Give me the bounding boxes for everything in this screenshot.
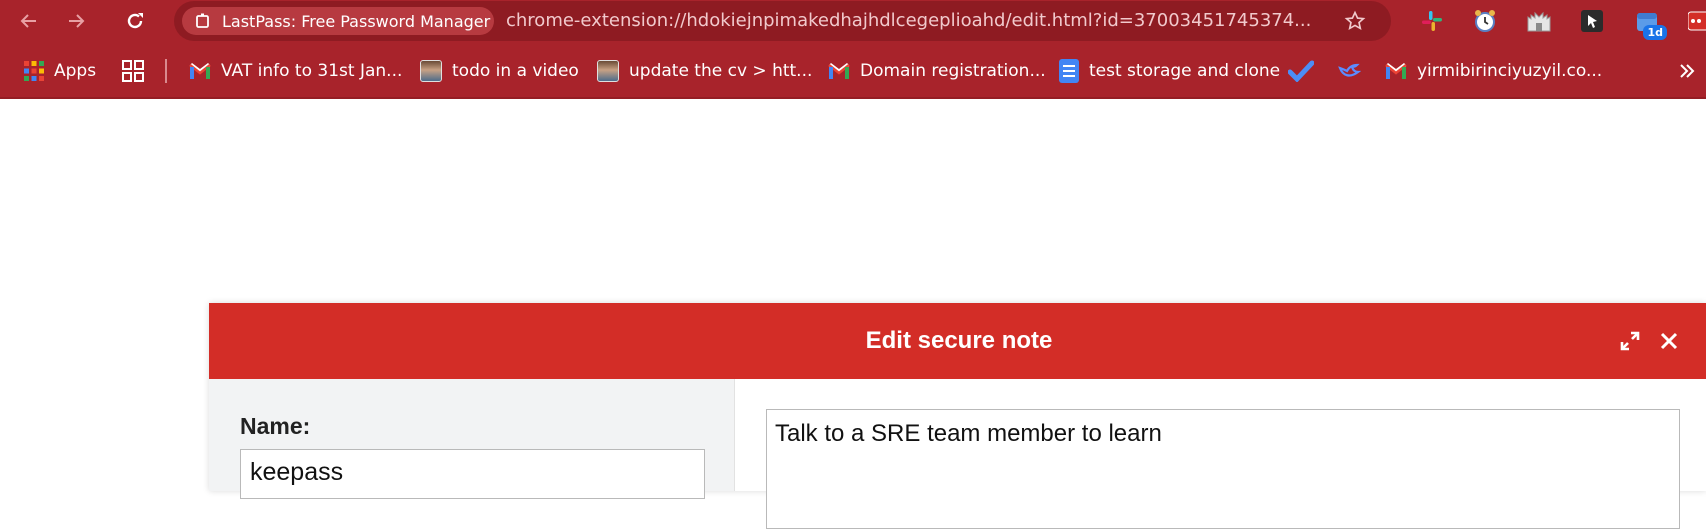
details-pane: Name: keepass bbox=[209, 379, 735, 499]
reload-icon bbox=[127, 13, 143, 29]
bookmark-item[interactable] bbox=[1337, 58, 1361, 84]
cursor-arrow-icon bbox=[1581, 10, 1603, 32]
double-chevron-right-icon bbox=[1680, 64, 1695, 78]
forward-button[interactable] bbox=[63, 8, 89, 34]
close-button[interactable] bbox=[1655, 327, 1683, 355]
dialog-header: Edit secure note bbox=[209, 303, 1706, 379]
expand-button[interactable] bbox=[1616, 327, 1644, 355]
lastpass-icon bbox=[1688, 11, 1706, 31]
calendar-extension[interactable]: 1d bbox=[1633, 8, 1667, 40]
back-button[interactable] bbox=[16, 8, 42, 34]
bookmark-label: todo in a video bbox=[452, 61, 579, 81]
bookmark-item[interactable] bbox=[1288, 58, 1314, 84]
expand-icon bbox=[1620, 331, 1640, 351]
bookmark-item[interactable]: test storage and clone bbox=[1059, 58, 1280, 84]
url-text[interactable]: chrome-extension://hdokiejnpimakedhajhdl… bbox=[506, 10, 1346, 31]
close-icon bbox=[1660, 332, 1678, 350]
slack-icon bbox=[1422, 11, 1442, 31]
bookmark-star-button[interactable] bbox=[1343, 9, 1367, 33]
bird-icon bbox=[1338, 63, 1361, 77]
gmail-icon bbox=[1385, 63, 1407, 79]
bookmark-item[interactable]: todo in a video bbox=[420, 58, 579, 84]
alarm-extension[interactable] bbox=[1471, 8, 1499, 34]
site-info-chip[interactable]: LastPass: Free Password Manager bbox=[182, 7, 494, 35]
star-icon bbox=[1344, 10, 1366, 31]
grid-squares-icon bbox=[122, 60, 144, 82]
bookmark-label: update the cv > htt... bbox=[629, 61, 813, 81]
gmail-icon bbox=[189, 63, 211, 79]
alarm-clock-icon bbox=[1475, 10, 1495, 32]
apps-grid-icon bbox=[24, 61, 44, 81]
extension-puzzle-icon bbox=[196, 13, 209, 28]
bookmarks-divider bbox=[165, 59, 167, 83]
checkmark-icon bbox=[1288, 60, 1314, 82]
bookmark-item[interactable]: update the cv > htt... bbox=[597, 58, 812, 84]
bookmark-label: test storage and clone bbox=[1089, 61, 1281, 81]
google-docs-icon bbox=[1059, 59, 1079, 83]
bookmarks-overflow-button[interactable] bbox=[1678, 58, 1696, 84]
name-field[interactable]: keepass bbox=[240, 449, 705, 499]
calendar-badge: 1d bbox=[1643, 25, 1667, 40]
notes-textarea[interactable]: Talk to a SRE team member to learn bbox=[766, 409, 1680, 529]
notes-pane: Talk to a SRE team member to learn bbox=[735, 379, 1706, 529]
apps-label: Apps bbox=[54, 61, 97, 81]
edit-secure-note-dialog: Edit secure note Name: keepass Talk to a… bbox=[209, 303, 1706, 529]
bookmark-label: Domain registration... bbox=[860, 61, 1046, 81]
bookmark-apps[interactable]: Apps bbox=[24, 58, 96, 84]
bookmark-tab-groups[interactable] bbox=[121, 58, 145, 84]
bookmark-label: yirmibirinciyuzyil.co... bbox=[1417, 61, 1603, 81]
castle-extension[interactable] bbox=[1525, 8, 1553, 34]
bookmark-item[interactable]: yirmibirinciyuzyil.co... bbox=[1385, 58, 1602, 84]
address-bar[interactable]: LastPass: Free Password Manager chrome-e… bbox=[174, 1, 1391, 41]
bookmark-item[interactable]: Domain registration... bbox=[828, 58, 1046, 84]
slack-extension[interactable] bbox=[1418, 8, 1446, 34]
name-label: Name: bbox=[240, 413, 311, 439]
lastpass-extension[interactable] bbox=[1688, 8, 1706, 34]
castle-icon bbox=[1527, 11, 1551, 32]
forward-arrow-icon bbox=[69, 14, 85, 28]
back-arrow-icon bbox=[20, 14, 36, 28]
gmail-icon bbox=[828, 63, 850, 79]
bookmark-item[interactable]: VAT info to 31st Jan... bbox=[189, 58, 402, 84]
reload-button[interactable] bbox=[122, 8, 148, 34]
cursor-extension[interactable] bbox=[1578, 8, 1606, 34]
avatar-icon bbox=[420, 60, 442, 82]
site-chip-label: LastPass: Free Password Manager bbox=[222, 11, 491, 31]
dialog-title: Edit secure note bbox=[865, 327, 1053, 354]
bookmark-label: VAT info to 31st Jan... bbox=[221, 61, 403, 81]
avatar-icon bbox=[597, 60, 619, 82]
browser-toolbar: LastPass: Free Password Manager chrome-e… bbox=[0, 0, 1706, 42]
bookmarks-bar: Apps VAT info to 31st Jan... todo in a v… bbox=[0, 42, 1706, 99]
